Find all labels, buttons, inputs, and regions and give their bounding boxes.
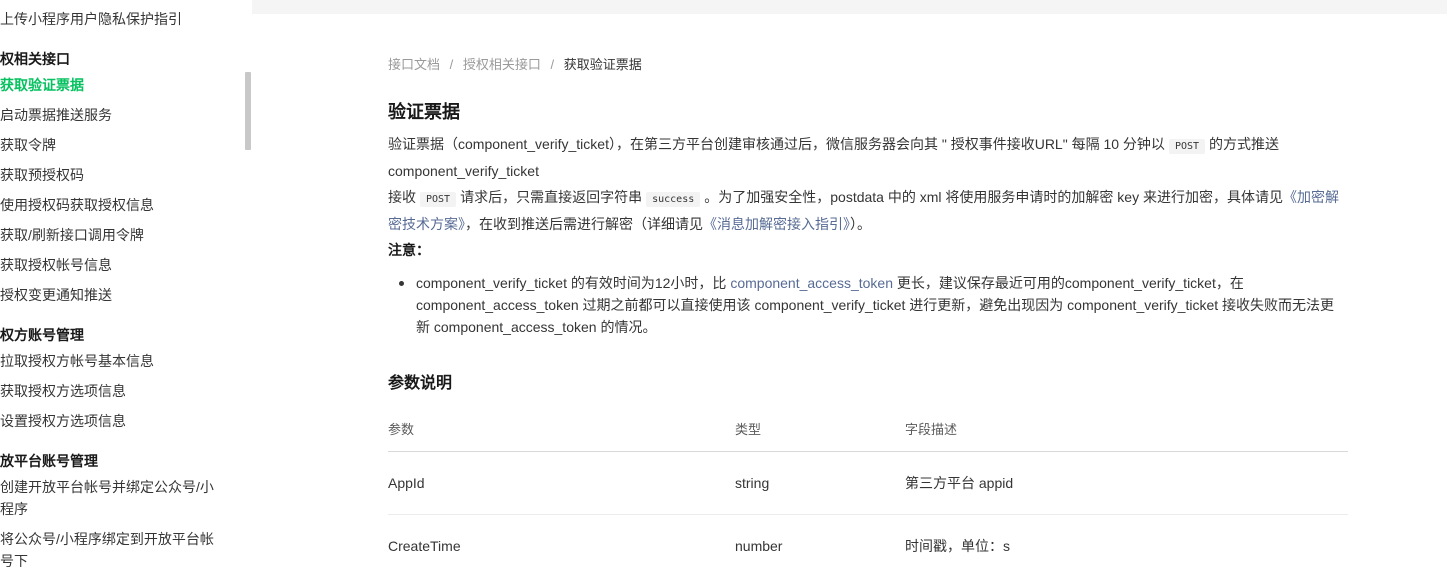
table-header-type: 类型 [735,422,762,437]
table-row-divider [388,514,1348,515]
receive-text: ，在收到推送后需进行解密（详细请见 [465,216,703,232]
sidebar-scrollbar-thumb[interactable] [245,72,251,150]
breadcrumb-separator: / [550,57,555,72]
sidebar-item-get-token[interactable]: 获取令牌 [0,135,56,155]
sidebar-item-verify-ticket[interactable]: 获取验证票据 [0,75,84,95]
intro-text: 验证票据（component_verify_ticket），在第三方平台创建审核… [388,136,1165,152]
sidebar-item-authorizer-basic-info[interactable]: 拉取授权方帐号基本信息 [0,351,154,371]
post-code: POST [1168,139,1206,154]
receive-text: 。为了加强安全性，postdata 中的 xml 将使用服务申请时的加解密 ke… [704,189,1283,205]
post-code: POST [420,192,457,207]
table-cell-param: AppId [388,475,425,491]
table-cell-desc: 时间戳，单位：s [905,538,1010,554]
sidebar-item-bind-open-account[interactable]: 将公众号/小程序绑定到开放平台帐号下 [0,528,225,567]
sidebar-item-refresh-token[interactable]: 获取/刷新接口调用令牌 [0,225,144,245]
sidebar-nav: 上传小程序用户隐私保护指引 权相关接口 获取验证票据 启动票据推送服务 获取令牌… [0,0,245,567]
receive-text: ）。 [850,216,871,232]
receive-text: 接收 [388,189,416,205]
access-token-link[interactable]: component_access_token [730,275,893,291]
note-label: 注意： [388,242,430,258]
breadcrumb-current: 获取验证票据 [563,57,642,72]
breadcrumb-separator: / [449,57,454,72]
decrypt-guide-link[interactable]: 《消息加解密接入指引》 [703,216,850,232]
breadcrumb-auth-apis[interactable]: 授权相关接口 [463,57,541,72]
sidebar-section-open-platform-account: 放平台账号管理 [0,453,98,469]
sidebar-section-authorizer-mgmt: 权方账号管理 [0,327,84,343]
bullet-dot [399,281,404,286]
table-cell-type: number [735,538,783,554]
sidebar-item-auth-change-push[interactable]: 授权变更通知推送 [0,285,112,305]
breadcrumb-api-docs[interactable]: 接口文档 [388,57,440,72]
page-title: 验证票据 [388,102,460,122]
sidebar-item-authorizer-info[interactable]: 获取授权帐号信息 [0,255,112,275]
receive-paragraph: 接收 POST 请求后，只需直接返回字符串 success 。为了加强安全性，postd… [388,185,1348,236]
table-header-desc: 字段描述 [905,422,958,437]
sidebar-item-set-authorizer-option[interactable]: 设置授权方选项信息 [0,411,126,431]
note-bullet: component_verify_ticket 的有效时间为12小时，比 com… [416,272,1348,338]
table-header-divider [388,451,1348,452]
sidebar-item-privacy-guide[interactable]: 上传小程序用户隐私保护指引 [0,9,182,29]
intro-paragraph: 验证票据（component_verify_ticket），在第三方平台创建审核… [388,132,1348,183]
table-header-param: 参数 [388,422,415,437]
table-cell-param: CreateTime [388,538,461,554]
sidebar-item-create-open-account[interactable]: 创建开放平台帐号并绑定公众号/小程序 [0,476,225,520]
sidebar-item-start-ticket-push[interactable]: 启动票据推送服务 [0,105,112,125]
table-cell-desc: 第三方平台 appid [905,475,1014,491]
sidebar-section-auth-apis: 权相关接口 [0,51,70,67]
sidebar-item-get-authorizer-option[interactable]: 获取授权方选项信息 [0,381,126,401]
table-cell-type: string [735,475,770,491]
breadcrumb: 接口文档 / 授权相关接口 / 获取验证票据 [388,56,642,74]
bullet-text: component_verify_ticket 的有效时间为12小时，比 [416,275,727,291]
sidebar-item-query-auth[interactable]: 使用授权码获取授权信息 [0,195,154,215]
params-title: 参数说明 [388,375,453,392]
success-code: success [646,192,701,207]
receive-text: 请求后，只需直接返回字符串 [460,189,643,205]
sidebar-item-pre-auth-code[interactable]: 获取预授权码 [0,165,84,185]
